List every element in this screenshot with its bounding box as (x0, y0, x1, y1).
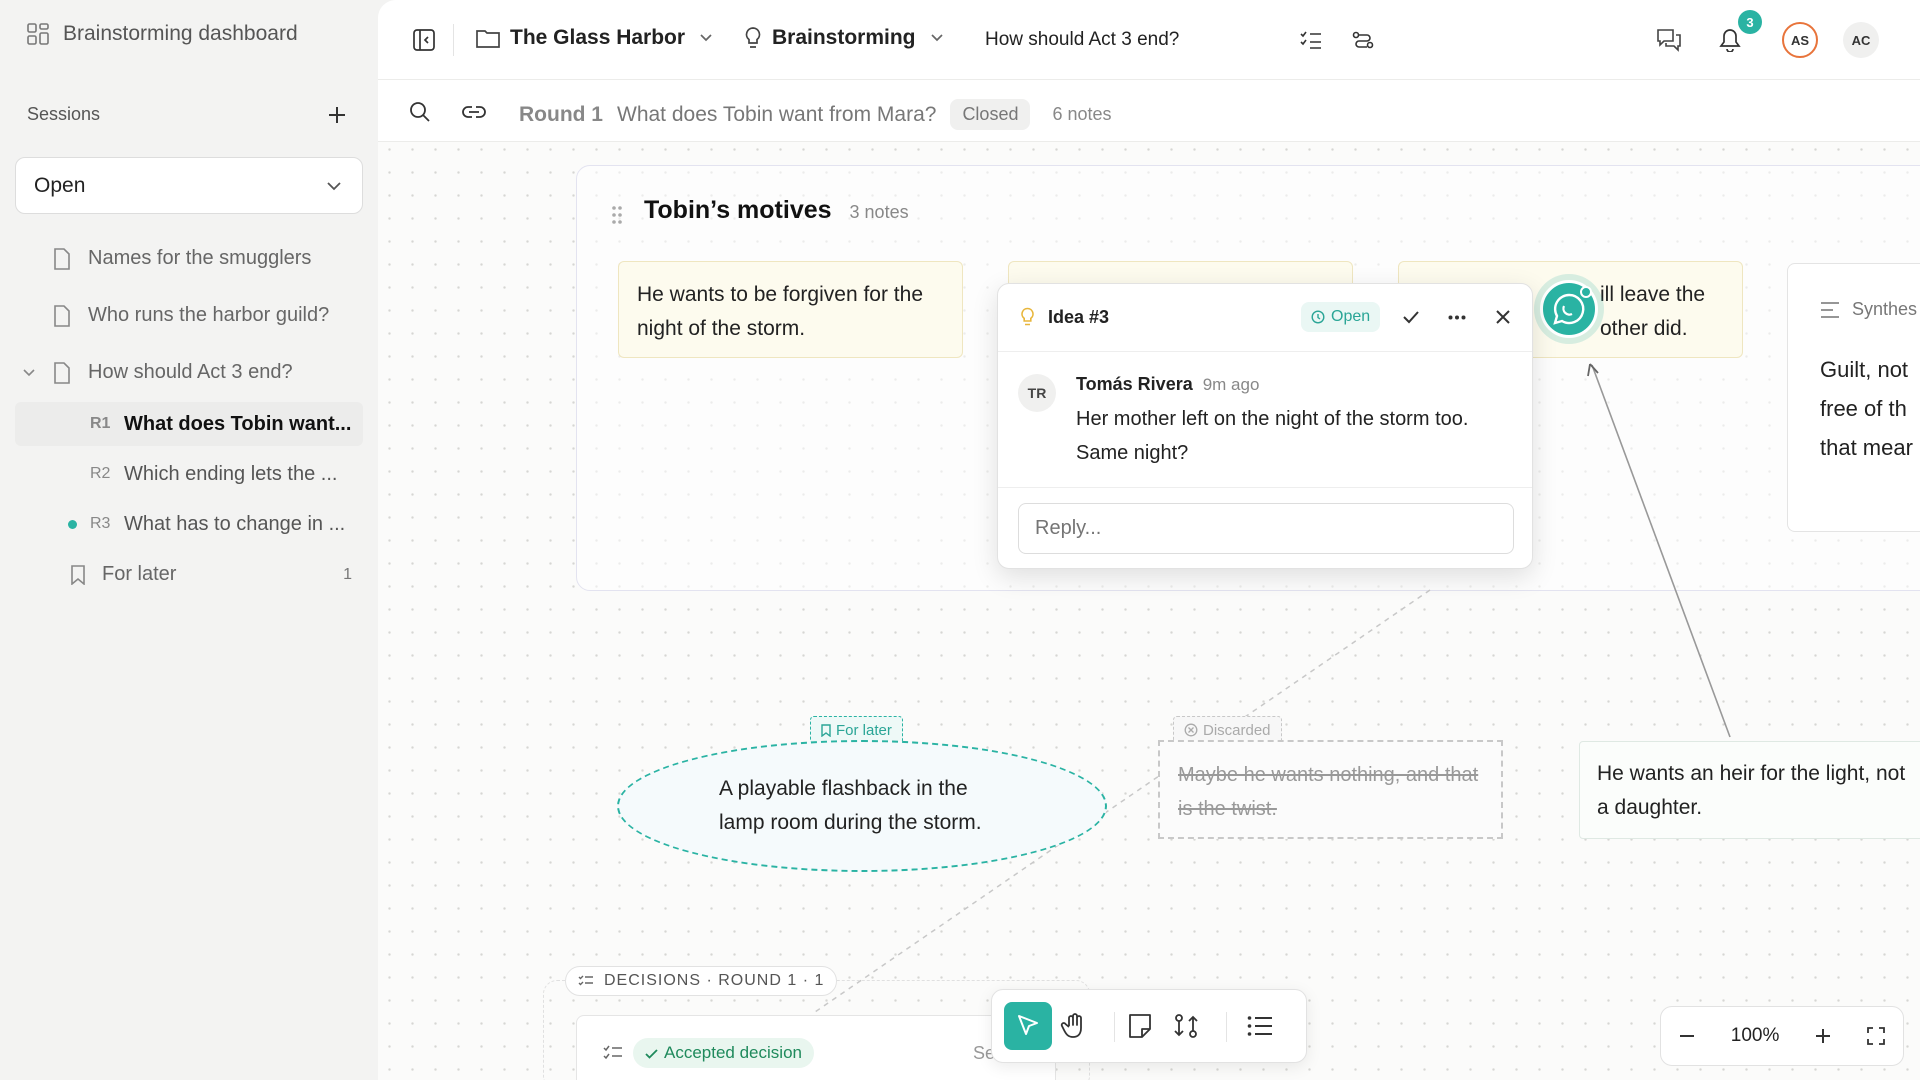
list-icon (1247, 1016, 1272, 1036)
connector-lines (814, 363, 1731, 1013)
accepted-badge: Accepted decision (633, 1038, 814, 1068)
for-later-tag-label: For later (836, 721, 892, 739)
discarded-tag-label: Discarded (1203, 721, 1271, 739)
checklist-icon (578, 975, 593, 986)
connector-icon (1174, 1014, 1198, 1038)
zoom-in-icon[interactable] (1815, 1028, 1831, 1044)
status-label: Open (1331, 308, 1371, 325)
hand-tool-button[interactable] (1050, 1002, 1098, 1050)
cancel-circle-icon (1184, 723, 1198, 737)
close-icon[interactable] (1495, 309, 1511, 325)
decisions-label[interactable]: DECISIONS · ROUND 1 · 1 (565, 966, 838, 996)
decisions-label-text: DECISIONS · ROUND 1 · 1 (604, 972, 825, 989)
zoom-level[interactable]: 100% (1731, 1025, 1780, 1047)
sticky-note[interactable]: He wants an heir for the light, not a da… (1579, 741, 1920, 839)
comment-marker[interactable] (1534, 274, 1604, 344)
chat-bubble-icon (1553, 293, 1585, 325)
lightbulb-icon (1021, 307, 1034, 326)
discarded-note[interactable]: Maybe he wants nothing, and that is the … (1158, 740, 1503, 839)
resolve-check-icon[interactable] (1402, 309, 1420, 325)
cursor-icon (1018, 1015, 1038, 1035)
bookmark-icon (821, 723, 831, 737)
idea-popover: Idea #3 Open TR Tomás Rivera 9m ago Her … (997, 283, 1533, 569)
more-options-icon[interactable] (1448, 315, 1466, 320)
fullscreen-icon[interactable] (1867, 1027, 1885, 1045)
checklist-icon (603, 1045, 622, 1060)
zoom-out-icon[interactable] (1679, 1034, 1695, 1038)
comment-time: 9m ago (1202, 375, 1260, 394)
flashback-note[interactable]: A playable flashback in the lamp room du… (617, 740, 1107, 872)
status-badge[interactable]: Open (1301, 302, 1381, 332)
popover-title: Idea #3 (1048, 307, 1110, 327)
check-icon (645, 1048, 658, 1059)
avatar: TR (1018, 374, 1056, 412)
accepted-label: Accepted decision (664, 1043, 802, 1062)
comment-text: Her mother left on the night of the stor… (1076, 408, 1469, 464)
decision-card[interactable]: Accepted decision Se (576, 1015, 1056, 1080)
zoom-controls: 100% (1660, 1006, 1904, 1066)
clock-icon (1311, 310, 1325, 324)
connector-tool-button[interactable] (1162, 1002, 1210, 1050)
list-view-button[interactable] (1236, 1002, 1284, 1050)
canvas-toolbar (991, 989, 1307, 1063)
hand-icon (1060, 1013, 1082, 1038)
comment-author: Tomás Rivera (1076, 374, 1193, 394)
sticky-note-icon (1129, 1014, 1151, 1038)
unread-dot (1580, 286, 1592, 298)
sticky-note-tool-button[interactable] (1116, 1002, 1164, 1050)
select-tool-button[interactable] (1004, 1002, 1052, 1050)
reply-input[interactable] (1018, 503, 1514, 554)
